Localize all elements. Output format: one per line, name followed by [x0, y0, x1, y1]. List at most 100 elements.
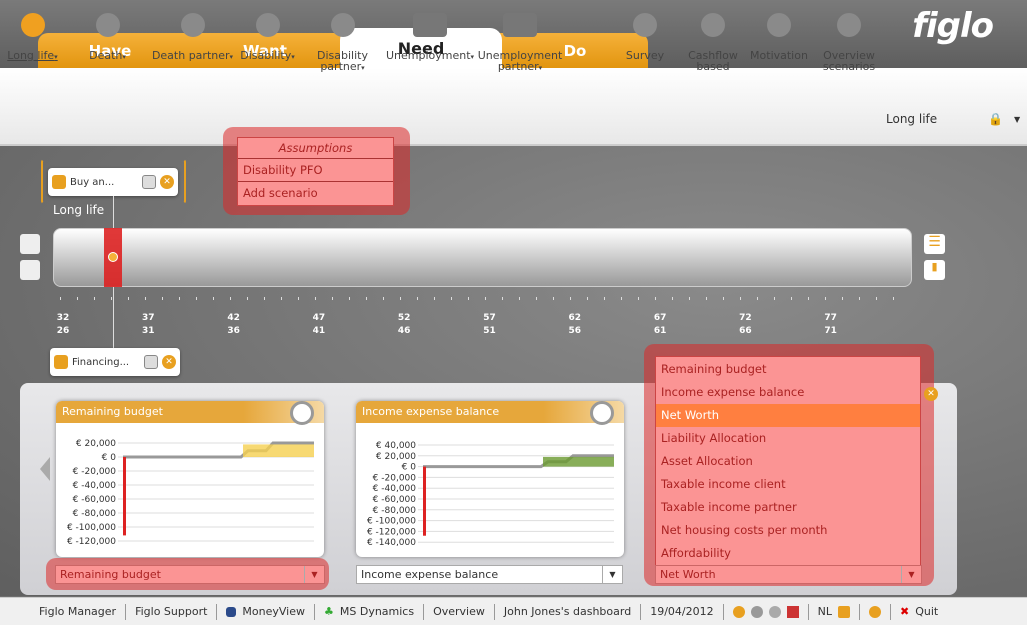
chart-select-2[interactable]: Income expense balance ▼ — [356, 565, 623, 584]
surplus-area — [543, 456, 614, 467]
overview-icon — [837, 13, 861, 37]
toolbar-unemployment-partner[interactable]: Unemployment partner▾ — [475, 0, 565, 78]
gear-icon[interactable] — [868, 605, 881, 618]
event-card-financing[interactable]: Financing... ✕ — [50, 348, 180, 376]
age-partner: 41 — [312, 326, 326, 336]
chart-view-icon[interactable]: ▮ — [924, 260, 945, 280]
status-figlo-manager[interactable]: Figlo Manager — [30, 603, 127, 620]
carousel-prev-icon[interactable] — [40, 457, 50, 481]
lock-icon: 🔒 — [988, 112, 1003, 126]
toolbar-survey[interactable]: Survey — [615, 0, 675, 78]
chart-menu-item[interactable]: Asset Allocation — [656, 450, 920, 473]
chart-menu-item[interactable]: Affordability — [656, 542, 920, 565]
toolbar-label: Overview scenarios — [822, 49, 876, 73]
age-client: 52 — [397, 313, 411, 323]
toolbar-label: Long life — [7, 49, 55, 62]
age-client: 42 — [227, 313, 240, 323]
y-tick-label: € -80,000 — [373, 506, 417, 516]
toolbar-overview-scenarios[interactable]: Overview scenarios — [815, 0, 883, 78]
status-figlo-support[interactable]: Figlo Support — [126, 603, 218, 620]
y-tick-label: € 40,000 — [376, 441, 416, 451]
event-label: Financing... — [72, 356, 130, 368]
toolbar-motivation[interactable]: Motivation — [748, 0, 810, 78]
chevron-down-icon[interactable]: ▼ — [304, 566, 324, 583]
menu-item-assumptions[interactable]: Assumptions — [238, 138, 393, 159]
timeline-handle[interactable] — [108, 252, 118, 262]
age-client: 37 — [142, 313, 155, 323]
help-icon[interactable] — [750, 605, 763, 618]
timeline-ticks — [60, 297, 905, 300]
chart-card-income-expense: Income expense balance € 40,000 € 20,000 €… — [356, 401, 624, 557]
menu-item-add-scenario[interactable]: Add scenario — [238, 182, 393, 205]
status-overview[interactable]: Overview — [424, 603, 495, 620]
select-value: Remaining budget — [60, 568, 161, 581]
status-language[interactable]: NL — [809, 603, 860, 620]
toolbar-label: Death partner — [151, 49, 230, 62]
edit-icon[interactable] — [142, 175, 156, 189]
chart-menu-item[interactable]: Liability Allocation — [656, 427, 920, 450]
status-ms-dynamics[interactable]: ♣ MS Dynamics — [315, 603, 425, 620]
delete-icon[interactable]: ✕ — [162, 355, 176, 369]
briefcases-x-icon — [503, 13, 537, 37]
age-partner: 31 — [142, 326, 155, 336]
toolbar-disability-partner[interactable]: Disability partner▾ — [305, 0, 380, 78]
age-client: 77 — [824, 313, 837, 323]
status-dashboard[interactable]: John Jones's dashboard — [495, 603, 642, 620]
event-label: Buy an... — [70, 176, 115, 188]
chevron-down-icon[interactable]: ▼ — [1014, 115, 1020, 124]
status-icons — [724, 603, 809, 620]
status-moneyview[interactable]: MoneyView — [217, 603, 315, 620]
chart-menu-item[interactable]: Net Worth — [656, 404, 920, 427]
zoom-magnifier-icon[interactable] — [590, 401, 614, 425]
toolbar-unemployment[interactable]: Unemployment▾ — [380, 0, 480, 78]
chart-title: Income expense balance — [356, 401, 624, 423]
scenario-label: Long life — [53, 203, 105, 217]
list-view-icon[interactable]: ☰ — [924, 234, 945, 254]
edit-icon[interactable] — [144, 355, 158, 369]
document-icon — [54, 355, 68, 369]
users-icon[interactable] — [768, 605, 781, 618]
menu-item-disability-pfo[interactable]: Disability PFO — [238, 159, 393, 182]
toolbar-label: Unemployment partner — [477, 49, 563, 73]
delete-icon[interactable]: ✕ — [160, 175, 174, 189]
chart-select-1[interactable]: Remaining budget ▼ — [55, 565, 325, 584]
quit-button[interactable]: ✖ Quit — [891, 604, 947, 620]
y-tick-label: € -140,000 — [367, 538, 416, 548]
timeline-bar[interactable] — [53, 228, 912, 287]
chart-menu-item[interactable]: Net housing costs per month — [656, 519, 920, 542]
scenario-toolbar — [0, 68, 1027, 146]
chart-menu-item[interactable]: Taxable income client — [656, 473, 920, 496]
scenario-select[interactable]: Long life 🔒 ▼ — [882, 110, 1020, 130]
toolbar-disability[interactable]: Disability▾ — [235, 0, 300, 78]
toolbar-long-life[interactable]: Long life▾ — [5, 0, 60, 78]
moneyview-icon — [226, 606, 237, 617]
chat-icon[interactable] — [732, 605, 745, 618]
toolbar-label: Disability — [240, 49, 292, 62]
toolbar-cashflow-based[interactable]: Cashflow based — [683, 0, 743, 78]
event-card-buy[interactable]: Buy an... ✕ — [48, 168, 178, 196]
briefcase-x-icon — [413, 13, 447, 37]
quit-x-icon: ✖ — [899, 605, 910, 618]
age-partner: 51 — [483, 326, 496, 336]
chart-select-3[interactable]: Net Worth ▼ — [655, 565, 922, 584]
status-date: 19/04/2012 — [641, 603, 724, 620]
toolbar-death[interactable]: Death▾ — [80, 0, 135, 78]
toolbar-death-partner[interactable]: Death partner▾ — [145, 0, 240, 78]
target-icon[interactable] — [20, 234, 40, 254]
chart-menu-item[interactable]: Remaining budget — [656, 358, 920, 381]
y-tick-label: € -60,000 — [73, 495, 117, 505]
close-icon[interactable]: ✕ — [924, 387, 938, 401]
chart-menu-item[interactable]: Income expense balance — [656, 381, 920, 404]
age-partner: 46 — [397, 326, 411, 336]
age-partner: 71 — [824, 326, 837, 336]
chevron-down-icon[interactable]: ▼ — [901, 566, 921, 583]
zoom-magnifier-icon[interactable] — [290, 401, 314, 425]
tag-icon[interactable] — [837, 605, 850, 618]
uk-flag-icon[interactable] — [786, 605, 799, 618]
palm-tree-icon: ♣ — [324, 605, 334, 618]
chevron-down-icon[interactable]: ▼ — [602, 566, 622, 583]
compass-icon[interactable] — [20, 260, 40, 280]
settings[interactable] — [860, 603, 891, 620]
chart-menu-item[interactable]: Taxable income partner — [656, 496, 920, 519]
y-tick-label: € -100,000 — [67, 523, 116, 533]
